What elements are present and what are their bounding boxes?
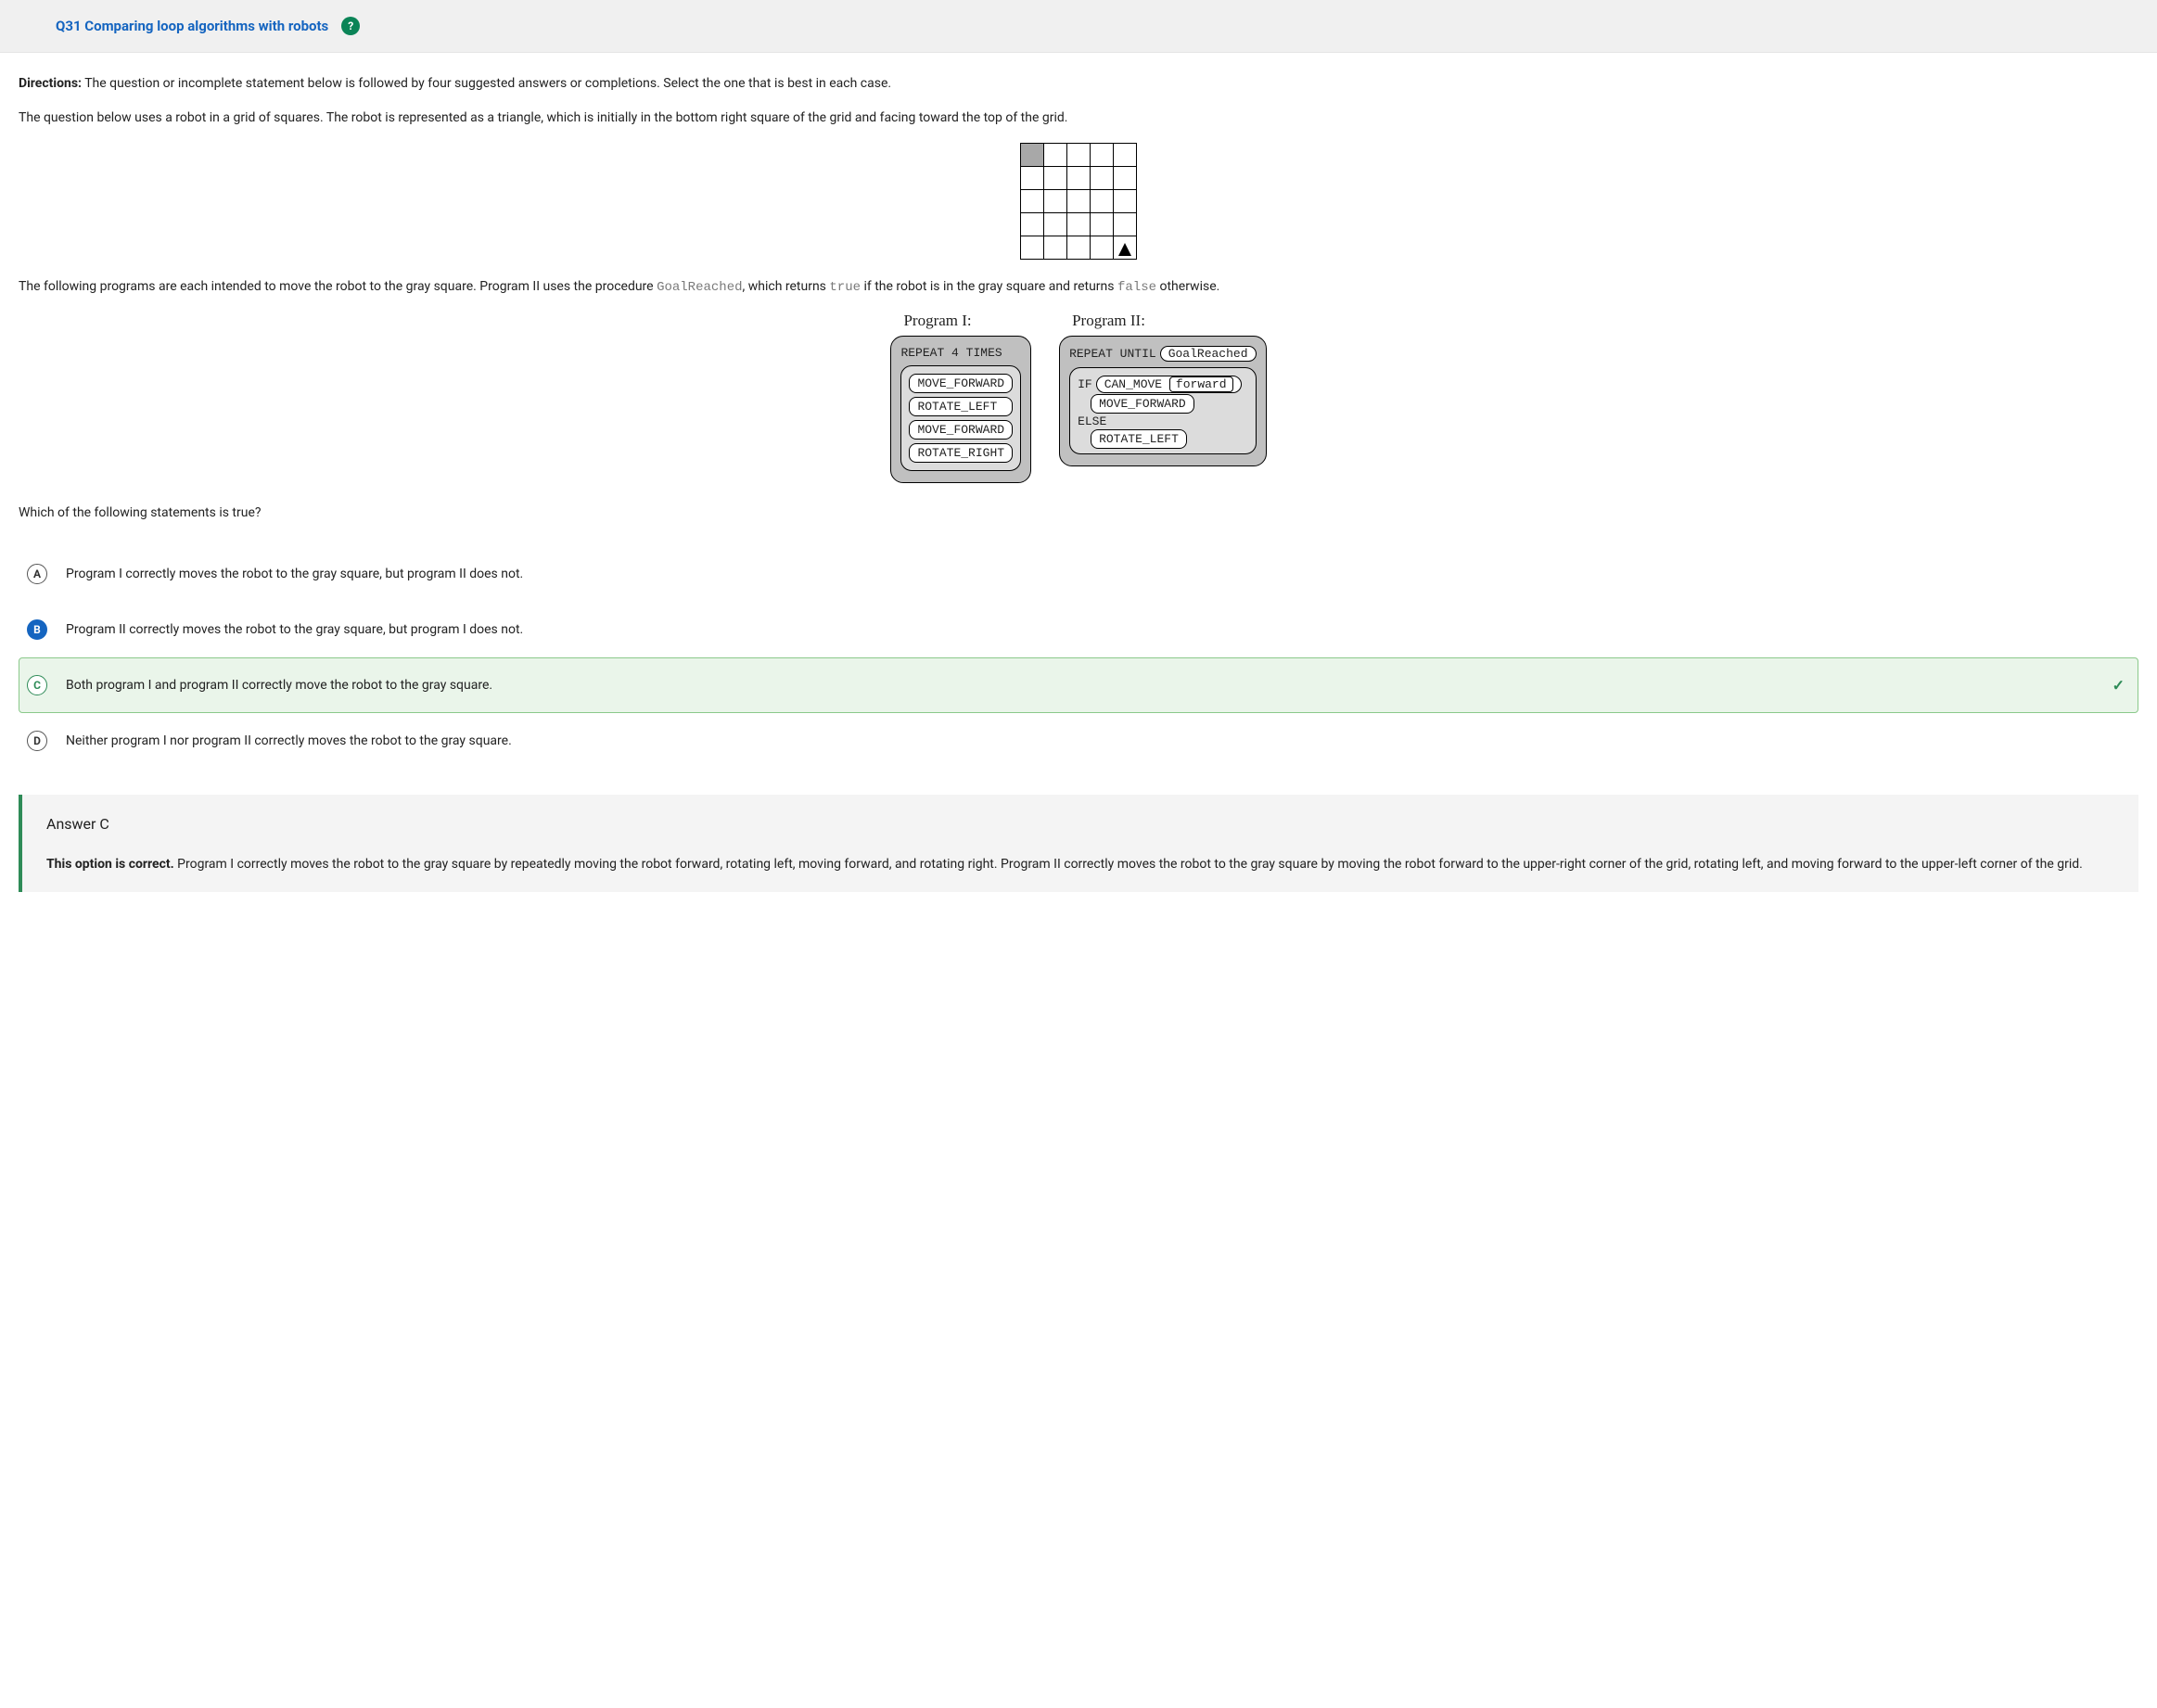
choice-letter[interactable]: C	[27, 675, 47, 695]
question-content: Directions: The question or incomplete s…	[0, 53, 2157, 911]
grid-cell	[1044, 143, 1067, 166]
check-icon: ✓	[2112, 677, 2125, 695]
program-1-body: MOVE_FORWARD ROTATE_LEFT MOVE_FORWARD RO…	[900, 365, 1021, 471]
program-description: The following programs are each intended…	[19, 276, 2138, 300]
else-label: ELSE	[1078, 414, 1247, 428]
grid-cell	[1114, 236, 1137, 259]
grid-cell	[1044, 166, 1067, 189]
question-header: Q31 Comparing loop algorithms with robot…	[0, 0, 2157, 53]
grid-cell	[1067, 166, 1091, 189]
grid-cell	[1021, 212, 1044, 236]
para2-mid2: if the robot is in the gray square and r…	[861, 279, 1117, 294]
explanation-body: This option is correct. Program I correc…	[46, 857, 2118, 873]
explanation-lead: This option is correct.	[46, 857, 174, 872]
choice-b[interactable]: B Program II correctly moves the robot to…	[19, 602, 2138, 657]
question-title[interactable]: Q31 Comparing loop algorithms with robot…	[56, 18, 328, 34]
goalreached-cond: GoalReached	[1160, 346, 1257, 362]
grid-cell	[1067, 143, 1091, 166]
choice-text: Program I correctly moves the robot to t…	[66, 567, 523, 581]
grid-cell	[1091, 236, 1114, 259]
repeat-header-1: REPEAT 4 TIMES	[900, 346, 1021, 360]
intro-text: The question below uses a robot in a gri…	[19, 108, 2138, 128]
grid-cell	[1067, 236, 1091, 259]
para2-mid: , which returns	[743, 279, 830, 294]
grid-table	[1020, 143, 1137, 260]
grid-cell	[1067, 189, 1091, 212]
code-false: false	[1117, 280, 1156, 295]
explanation-box: Answer C This option is correct. Program…	[19, 795, 2138, 892]
cmd-move-forward: MOVE_FORWARD	[1091, 394, 1194, 414]
program-1-title: Program I:	[903, 312, 971, 330]
choice-a[interactable]: A Program I correctly moves the robot to …	[19, 546, 2138, 602]
code-true: true	[829, 280, 861, 295]
directions: Directions: The question or incomplete s…	[19, 75, 2138, 94]
robot-triangle-icon	[1118, 243, 1131, 256]
code-goalreached: GoalReached	[657, 280, 742, 295]
canmove-cond: CAN_MOVE forward	[1096, 376, 1242, 393]
programs-row: Program I: REPEAT 4 TIMES MOVE_FORWARD R…	[19, 312, 2138, 483]
then-branch: MOVE_FORWARD	[1091, 397, 1247, 411]
cmd-rotate-left: ROTATE_LEFT	[909, 397, 1013, 416]
grid-cell	[1021, 143, 1044, 166]
robot-grid	[19, 143, 2138, 260]
grid-cell	[1044, 189, 1067, 212]
cmd-rotate-right: ROTATE_RIGHT	[909, 443, 1013, 463]
grid-cell	[1114, 143, 1137, 166]
answer-choices: A Program I correctly moves the robot to …	[19, 546, 2138, 769]
grid-cell	[1067, 212, 1091, 236]
grid-cell	[1114, 189, 1137, 212]
explanation-title: Answer C	[46, 815, 2118, 833]
explanation-text: Program I correctly moves the robot to t…	[174, 857, 2083, 872]
grid-cell	[1114, 166, 1137, 189]
program-2-title: Program II:	[1072, 312, 1145, 330]
directions-text: The question or incomplete statement bel…	[84, 76, 891, 91]
repeat-header-2: REPEAT UNTIL GoalReached	[1069, 346, 1256, 362]
help-icon[interactable]: ?	[341, 17, 360, 35]
cmd-move-forward: MOVE_FORWARD	[909, 374, 1013, 393]
program-1: Program I: REPEAT 4 TIMES MOVE_FORWARD R…	[890, 312, 1031, 483]
program-2: Program II: REPEAT UNTIL GoalReached IF …	[1059, 312, 1266, 466]
choice-d[interactable]: D Neither program I nor program II correc…	[19, 713, 2138, 769]
else-branch: ROTATE_LEFT	[1091, 432, 1247, 446]
question-text: Which of the following statements is tru…	[19, 505, 2138, 520]
grid-cell	[1091, 212, 1114, 236]
cmd-rotate-left: ROTATE_LEFT	[1091, 429, 1187, 449]
program-2-body: IF CAN_MOVE forward MOVE_FORWARD ELSE RO…	[1069, 367, 1256, 454]
program-1-block: REPEAT 4 TIMES MOVE_FORWARD ROTATE_LEFT …	[890, 336, 1031, 483]
choice-letter[interactable]: D	[27, 731, 47, 751]
canmove-arg: forward	[1169, 376, 1233, 392]
canmove-fn: CAN_MOVE	[1104, 377, 1162, 391]
cmd-move-forward: MOVE_FORWARD	[909, 420, 1013, 440]
grid-cell	[1044, 212, 1067, 236]
choice-letter[interactable]: A	[27, 564, 47, 584]
para2-post: otherwise.	[1156, 279, 1219, 294]
choice-text: Program II correctly moves the robot to …	[66, 622, 523, 637]
choice-letter[interactable]: B	[27, 619, 47, 640]
choice-text: Neither program I nor program II correct…	[66, 733, 512, 748]
grid-cell	[1091, 143, 1114, 166]
directions-label: Directions:	[19, 76, 82, 91]
grid-cell	[1114, 212, 1137, 236]
grid-cell	[1021, 166, 1044, 189]
grid-cell	[1044, 236, 1067, 259]
repeat-until-label: REPEAT UNTIL	[1069, 347, 1156, 361]
grid-cell	[1091, 189, 1114, 212]
para2-pre: The following programs are each intended…	[19, 279, 657, 294]
choice-c[interactable]: C Both program I and program II correctly…	[19, 657, 2138, 713]
grid-cell	[1091, 166, 1114, 189]
grid-cell	[1021, 189, 1044, 212]
program-2-block: REPEAT UNTIL GoalReached IF CAN_MOVE for…	[1059, 336, 1266, 466]
if-row: IF CAN_MOVE forward	[1078, 376, 1247, 393]
choice-text: Both program I and program II correctly …	[66, 678, 492, 693]
grid-cell	[1021, 236, 1044, 259]
if-label: IF	[1078, 377, 1092, 391]
